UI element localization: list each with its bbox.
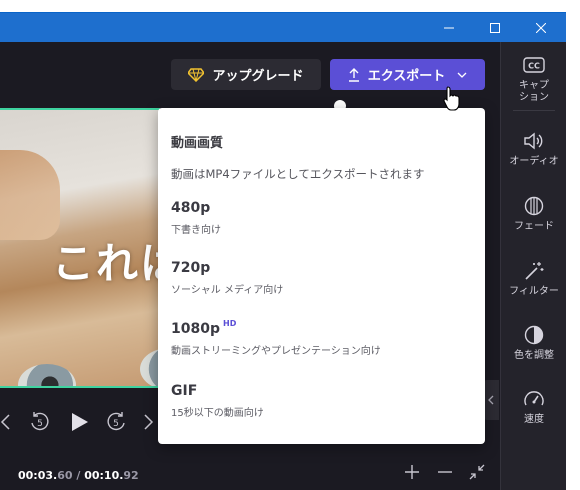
sidebar-item-speed[interactable]: 速度: [501, 388, 567, 426]
next-frame-button[interactable]: [144, 413, 154, 431]
current-time-main: 00:03.: [18, 469, 58, 482]
export-quality-menu: 動画画質 動画はMP4ファイルとしてエクスポートされます 480p 下書き向け …: [158, 108, 485, 444]
video-preview: これは: [0, 108, 160, 388]
rewind-5-icon: 5: [31, 412, 49, 431]
export-label: エクスポート: [367, 69, 446, 84]
sidebar-item-fade[interactable]: フェード: [501, 195, 567, 233]
plus-icon: [405, 465, 419, 479]
upgrade-label: アップグレード: [212, 69, 304, 84]
audio-icon: [524, 132, 543, 150]
sidebar-item-filters[interactable]: フィルター: [501, 260, 567, 298]
option-label: 1080p: [171, 321, 220, 337]
title-bar: [0, 13, 566, 43]
sidebar-label-filters: フィルター: [509, 286, 559, 297]
option-description: ソーシャル メディア向け: [171, 285, 284, 296]
minimize-icon: [444, 27, 454, 29]
minus-icon: [438, 471, 452, 473]
option-label: 720p: [171, 260, 211, 276]
previous-icon: [0, 414, 10, 430]
color-adjust-icon: [524, 325, 544, 345]
sidebar-item-color[interactable]: 色を調整: [501, 324, 567, 362]
quality-option-1080p[interactable]: 1080p HD 動画ストリーミングやプレゼンテーション向け: [158, 319, 485, 377]
option-label: 480p: [171, 200, 211, 216]
chevron-down-icon: [457, 72, 467, 78]
next-icon: [144, 414, 154, 430]
quality-option-gif[interactable]: GIF 15秒以下の動画向け: [158, 383, 485, 439]
quality-option-480p[interactable]: 480p 下書き向け: [158, 200, 485, 256]
skip-forward-seconds: 5: [113, 419, 119, 429]
time-display: 00:03.60 / 00:10.92: [18, 469, 139, 482]
hand-cursor-icon: [443, 86, 460, 111]
close-icon: [536, 23, 546, 33]
total-time-main: 00:10.: [84, 469, 124, 482]
timeline-bar: 00:03.60 / 00:10.92: [0, 452, 500, 490]
fade-icon: [524, 196, 544, 216]
minimize-button[interactable]: [426, 13, 472, 43]
cat-eye-right: [140, 348, 160, 386]
sidebar-label-fade: フェード: [514, 221, 554, 232]
current-time-fraction: 60: [57, 469, 73, 482]
menu-subtitle: 動画はMP4ファイルとしてエクスポートされます: [171, 167, 425, 181]
option-label: GIF: [171, 383, 198, 399]
total-time-fraction: 92: [123, 469, 139, 482]
forward-5-icon: 5: [107, 412, 125, 431]
speed-icon: [524, 391, 544, 406]
upgrade-button[interactable]: アップグレード: [171, 59, 321, 90]
fit-timeline-button[interactable]: [469, 464, 485, 484]
quality-option-720p[interactable]: 720p ソーシャル メディア向け: [158, 260, 485, 316]
svg-text:CC: CC: [528, 62, 540, 71]
hd-badge: HD: [223, 319, 237, 328]
sidebar-label-audio: オーディオ: [509, 156, 559, 167]
option-description: 下書き向け: [171, 225, 221, 236]
upload-icon: [348, 67, 359, 82]
cat-eye-left: [18, 364, 76, 386]
option-description: 動画ストリーミングやプレゼンテーション向け: [171, 346, 381, 357]
play-button[interactable]: [68, 411, 90, 433]
skip-forward-button[interactable]: 5: [104, 410, 128, 434]
play-icon: [72, 413, 88, 431]
sidebar-label-captions: キャプション: [519, 80, 549, 103]
captions-icon: CC: [523, 57, 545, 73]
time-separator: /: [72, 469, 85, 482]
cat-fur: [0, 150, 60, 240]
previous-frame-button[interactable]: [0, 413, 10, 431]
skip-back-seconds: 5: [37, 419, 43, 429]
filter-icon: [525, 262, 544, 280]
maximize-button[interactable]: [472, 13, 518, 43]
sidebar-item-captions[interactable]: CC キャプション: [501, 54, 567, 104]
maximize-icon: [490, 23, 500, 33]
sidebar-label-color: 色を調整: [514, 350, 554, 361]
close-button[interactable]: [518, 13, 564, 43]
properties-sidebar: CC キャプション オーディオ フェード フィルター 色を調整 速度: [500, 42, 566, 490]
collapse-arrows-icon: [469, 464, 485, 480]
diamond-icon: [188, 67, 205, 82]
sidebar-item-audio[interactable]: オーディオ: [501, 130, 567, 168]
option-description: 15秒以下の動画向け: [171, 408, 264, 419]
video-caption: これは: [52, 239, 160, 288]
chevron-left-icon: [488, 395, 494, 405]
sidebar-collapse-tab[interactable]: [483, 380, 499, 420]
zoom-in-button[interactable]: [404, 464, 420, 484]
zoom-out-button[interactable]: [437, 464, 453, 484]
menu-title: 動画画質: [171, 136, 224, 151]
sidebar-divider: [513, 110, 555, 111]
sidebar-label-speed: 速度: [524, 414, 544, 425]
skip-back-button[interactable]: 5: [28, 410, 52, 434]
